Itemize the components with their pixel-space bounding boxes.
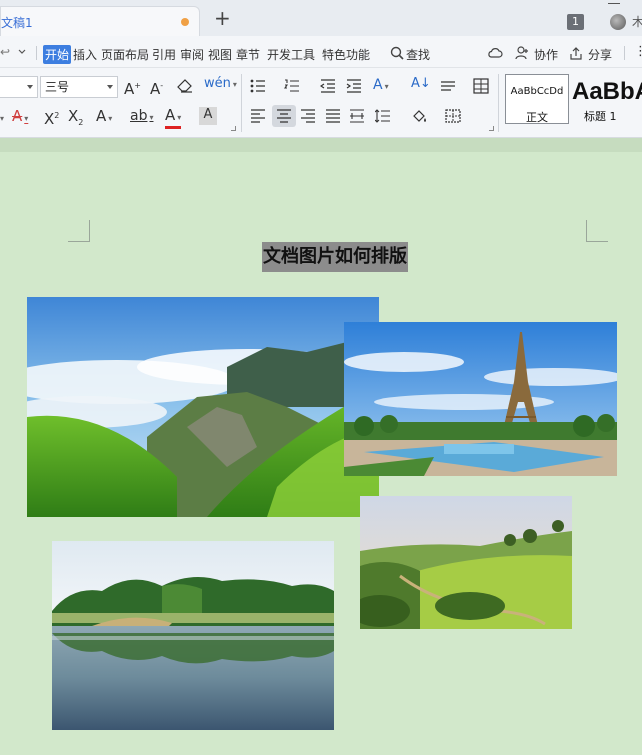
align-center-icon[interactable] — [276, 109, 292, 123]
window-count-badge[interactable]: 1 — [567, 14, 584, 30]
collaborate-button[interactable]: 协作 — [534, 46, 558, 63]
new-tab-button[interactable]: + — [214, 8, 231, 28]
search-button[interactable]: 查找 — [406, 46, 430, 63]
share-icon[interactable] — [569, 46, 583, 60]
page-margin-corner-right — [586, 220, 608, 242]
paragraph-dialog-launcher[interactable] — [489, 126, 494, 131]
distribute-icon[interactable] — [349, 109, 365, 123]
increase-indent-icon[interactable] — [346, 79, 362, 93]
menu-sections[interactable]: 章节 — [236, 46, 260, 63]
shading-icon[interactable] — [411, 108, 429, 124]
menu-special[interactable]: 特色功能 — [322, 46, 370, 63]
sort-icon[interactable]: A↓ — [411, 76, 431, 92]
font-size-value: 三号 — [45, 80, 70, 94]
menu-references[interactable]: 引用 — [152, 46, 176, 63]
strikethrough-icon[interactable]: A — [12, 108, 28, 127]
font-name-dropdown[interactable] — [0, 76, 38, 98]
style-normal-label: 正文 — [526, 111, 548, 124]
shrink-font-icon[interactable]: A- — [150, 78, 163, 97]
share-button[interactable]: 分享 — [588, 46, 612, 63]
text-effect-icon[interactable]: A — [96, 108, 112, 127]
align-left-icon[interactable] — [250, 109, 266, 123]
menu-insert[interactable]: 插入 — [73, 46, 97, 63]
document-tab-title[interactable]: 文稿1 — [1, 14, 33, 31]
ribbon-divider — [241, 74, 242, 132]
menu-bar: ↩ 开始 插入 页面布局 引用 审阅 视图 章节 开发工具 特色功能 查找 协作… — [0, 36, 642, 68]
superscript-icon[interactable]: X2 — [44, 108, 59, 127]
text-direction-icon[interactable]: A — [373, 77, 389, 95]
style-heading-label: 标题 1 — [584, 110, 617, 123]
format-arrow-icon[interactable] — [0, 109, 4, 127]
tab-bar: 文稿1 + 1 木 — [0, 0, 642, 36]
menu-review[interactable]: 审阅 — [180, 46, 204, 63]
highlight-icon[interactable]: ab — [130, 108, 153, 126]
lake-reflection-photo[interactable] — [52, 541, 334, 730]
style-heading-1[interactable]: AaBbA 标题 1 — [570, 74, 642, 124]
align-center-button[interactable] — [272, 105, 296, 127]
font-color-icon[interactable]: A — [165, 107, 182, 129]
align-right-icon[interactable] — [300, 109, 316, 123]
menu-page-layout[interactable]: 页面布局 — [101, 46, 149, 63]
justify-icon[interactable] — [325, 109, 341, 123]
unsaved-indicator — [181, 18, 189, 26]
style-heading-sample: AaBbA — [572, 78, 642, 105]
document-title[interactable]: 文档图片如何排版 — [262, 242, 408, 272]
phonetic-guide-icon[interactable]: wén — [204, 76, 237, 93]
minimize-icon[interactable] — [608, 3, 620, 4]
more-icon[interactable]: ⋮ — [634, 44, 642, 59]
search-icon[interactable] — [390, 46, 404, 60]
green-hills-photo[interactable] — [360, 496, 572, 629]
style-normal[interactable]: AaBbCcDd 正文 — [505, 74, 569, 124]
eiffel-tower-photo[interactable] — [344, 322, 617, 476]
menu-developer[interactable]: 开发工具 — [267, 46, 315, 63]
menu-divider — [624, 46, 625, 60]
menu-arrow-icon[interactable]: ↩ — [0, 45, 10, 59]
clear-format-icon[interactable] — [177, 79, 193, 93]
decrease-indent-icon[interactable] — [320, 79, 336, 93]
ribbon-divider — [498, 74, 499, 132]
menu-home[interactable]: 开始 — [43, 45, 72, 64]
bullet-list-icon[interactable] — [250, 79, 266, 93]
numbered-list-icon[interactable] — [284, 79, 300, 93]
document-tab[interactable]: 文稿1 — [0, 6, 200, 36]
subscript-icon[interactable]: X2 — [68, 108, 83, 131]
font-dialog-launcher[interactable] — [231, 126, 236, 131]
collaborate-icon[interactable] — [515, 46, 529, 60]
ribbon-toolbar: 三号 A+ A- wén A X2 X2 A ab A A A A↓ AaBbC… — [0, 68, 642, 138]
chevron-down-icon[interactable] — [18, 48, 26, 56]
avatar[interactable] — [610, 14, 626, 30]
show-marks-icon[interactable] — [440, 79, 456, 93]
user-name[interactable]: 木 — [632, 13, 642, 30]
menu-view[interactable]: 视图 — [208, 46, 232, 63]
table-icon[interactable] — [473, 78, 489, 94]
menu-divider — [36, 46, 37, 60]
borders-icon[interactable] — [445, 109, 461, 123]
document-top-band — [0, 138, 642, 152]
character-shading-icon[interactable]: A — [199, 107, 217, 125]
mountain-valley-photo[interactable] — [27, 297, 379, 517]
style-normal-sample: AaBbCcDd — [510, 86, 564, 97]
font-size-dropdown[interactable]: 三号 — [40, 76, 118, 98]
cloud-icon[interactable] — [487, 46, 503, 60]
grow-font-icon[interactable]: A+ — [124, 78, 141, 97]
line-spacing-icon[interactable] — [375, 109, 391, 123]
page-margin-corner-left — [68, 220, 90, 242]
